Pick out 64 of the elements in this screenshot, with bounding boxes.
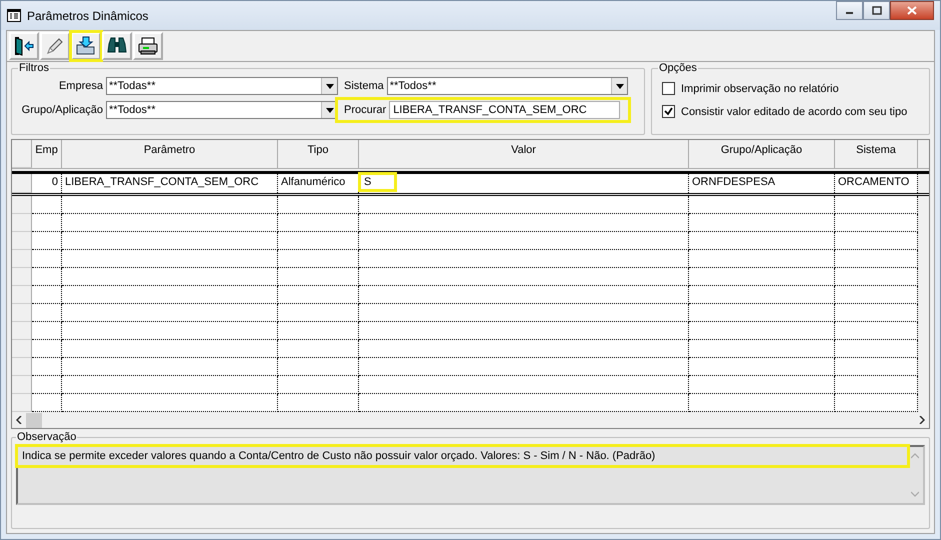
toolbar-button[interactable] — [71, 32, 101, 60]
toolbar-button[interactable] — [133, 32, 163, 60]
close-button[interactable] — [890, 1, 934, 20]
table-cell: 0 — [32, 174, 62, 194]
scroll-right-icon — [919, 416, 925, 424]
row-header[interactable] — [12, 174, 32, 194]
column-header[interactable]: Tipo — [278, 140, 359, 168]
table-cell — [32, 214, 62, 232]
minimize-button[interactable] — [836, 1, 863, 20]
column-header[interactable]: Sistema — [835, 140, 918, 168]
table-cell — [32, 340, 62, 358]
field-label: Sistema — [344, 80, 384, 92]
dropdown-arrow-icon — [616, 84, 624, 88]
table-cell — [32, 250, 62, 268]
scroll-down-icon — [911, 491, 919, 497]
dropdown-arrow-icon — [326, 108, 334, 112]
field-label: Empresa — [58, 80, 103, 92]
table-cell — [32, 376, 62, 394]
scrollbar-thumb[interactable] — [26, 412, 42, 428]
dropdown[interactable]: **Todos** — [386, 77, 628, 95]
table-cell — [32, 268, 62, 286]
group-title: Filtros — [18, 62, 50, 74]
toolbar-button[interactable] — [9, 32, 39, 60]
checkbox[interactable] — [662, 105, 675, 118]
toolbar-button[interactable] — [102, 32, 132, 60]
group-title: Opções — [658, 62, 698, 74]
table-cell: ORNFDESPESA — [689, 174, 835, 194]
column-header[interactable]: Valor — [359, 140, 689, 168]
folder-download-icon — [75, 36, 97, 56]
column-header[interactable]: Grupo/Aplicação — [689, 140, 835, 168]
maximize-icon — [872, 6, 882, 15]
scroll-left-icon — [16, 416, 22, 424]
table-cell: S — [359, 174, 689, 194]
scroll-up-icon — [911, 453, 919, 459]
observation-text-area[interactable]: Indica se permite exceder valores quando a Conta/Centro de Custo não possuir valor orçado. Valores: S - Sim / N - Não. (Padrão) — [16, 445, 925, 505]
table-cell — [32, 232, 62, 250]
maximize-button[interactable] — [863, 1, 890, 20]
window-title: Parâmetros Dinâmicos — [27, 8, 150, 22]
table-cell — [32, 196, 62, 214]
field-label: Grupo/Aplicação — [20, 104, 103, 116]
column-header[interactable]: Emp — [32, 140, 62, 168]
pencil-icon — [45, 36, 65, 56]
checkbox-label: Imprimir observação no relatório — [681, 82, 839, 94]
group-title: Observação — [16, 431, 78, 443]
table-cell — [32, 358, 62, 376]
checkbox-label: Consistir valor editado de acordo com seu tipo — [681, 106, 908, 118]
table-cell — [32, 322, 62, 340]
close-icon — [907, 6, 917, 15]
column-header[interactable]: Parâmetro — [62, 140, 278, 168]
search-field[interactable]: LIBERA_TRANSF_CONTA_SEM_ORC — [389, 101, 620, 119]
table-cell — [32, 286, 62, 304]
table-cell: Alfanumérico — [278, 174, 359, 194]
checkbox[interactable] — [662, 82, 675, 95]
table-cell: ORCAMENTO — [835, 174, 918, 194]
dropdown[interactable]: **Todas** — [106, 77, 338, 95]
table-cell — [32, 304, 62, 322]
field-label: Procurar — [344, 104, 386, 116]
door-arrow-icon — [13, 36, 35, 56]
dropdown-arrow-icon — [326, 84, 334, 88]
window-icon — [7, 9, 21, 22]
table-cell — [32, 394, 62, 412]
dropdown[interactable]: **Todos** — [106, 101, 338, 119]
table-cell: LIBERA_TRANSF_CONTA_SEM_ORC — [62, 174, 278, 194]
printer-icon — [137, 36, 159, 56]
